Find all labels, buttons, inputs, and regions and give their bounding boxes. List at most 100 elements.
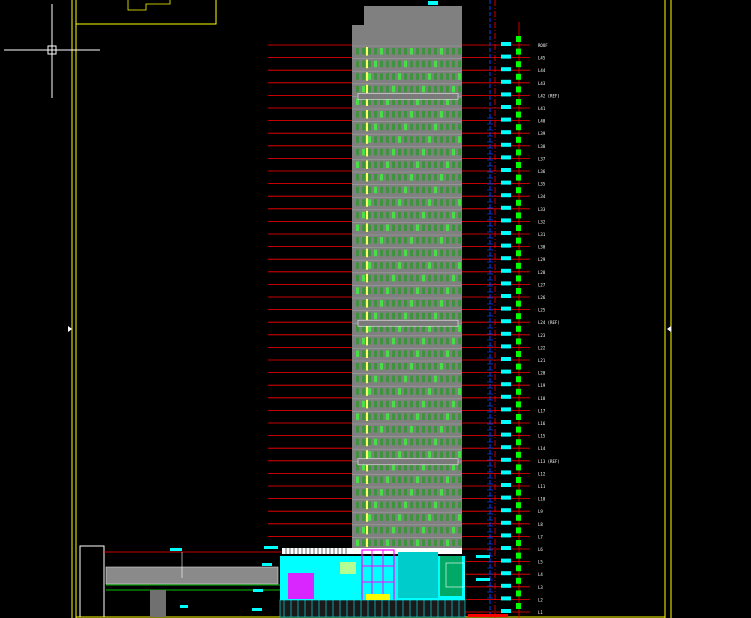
facade-panel bbox=[416, 426, 419, 433]
facade-panel bbox=[440, 451, 443, 458]
facade-panel bbox=[440, 274, 443, 282]
floor-label: L6 bbox=[538, 547, 543, 552]
level-marker bbox=[516, 73, 521, 80]
facade-panel bbox=[458, 501, 461, 509]
facade-panel bbox=[422, 262, 425, 269]
facade-panel bbox=[398, 476, 401, 483]
facade-panel bbox=[368, 451, 371, 458]
facade-panel bbox=[428, 375, 431, 383]
elevation-tag bbox=[501, 609, 511, 613]
facade-accent bbox=[366, 500, 368, 510]
facade-panel bbox=[446, 249, 449, 257]
facade-panel bbox=[428, 501, 431, 509]
facade-panel bbox=[434, 85, 437, 93]
elevation-tag bbox=[501, 571, 511, 576]
facade-panel bbox=[410, 526, 413, 534]
facade-panel bbox=[446, 413, 449, 420]
facade-panel bbox=[386, 400, 389, 408]
floor-label: L10 bbox=[538, 497, 546, 502]
facade-panel bbox=[356, 514, 359, 521]
floor-label: L31 bbox=[538, 232, 546, 237]
facade-panel bbox=[362, 123, 365, 131]
refuge-floor-band bbox=[357, 319, 459, 327]
facade-panel bbox=[380, 186, 383, 194]
tower-crown bbox=[364, 6, 462, 26]
facade-panel bbox=[398, 312, 401, 320]
facade-panel bbox=[368, 476, 371, 483]
facade-panel bbox=[362, 350, 365, 357]
facade-panel bbox=[356, 48, 359, 55]
facade-panel bbox=[392, 274, 395, 282]
facade-panel bbox=[410, 211, 413, 219]
facade-panel bbox=[452, 262, 455, 269]
facade-accent bbox=[366, 59, 368, 69]
facade-panel bbox=[440, 337, 443, 345]
facade-panel bbox=[398, 73, 401, 80]
level-marker bbox=[516, 552, 521, 559]
floor-label: L19 bbox=[538, 383, 546, 388]
level-marker bbox=[516, 351, 521, 357]
elevation-tag bbox=[501, 256, 511, 261]
facade-panel bbox=[362, 526, 365, 534]
facade-panel bbox=[398, 451, 401, 458]
facade-panel bbox=[416, 375, 419, 383]
facade-panel bbox=[428, 438, 431, 446]
level-marker bbox=[516, 376, 521, 383]
facade-panel bbox=[452, 539, 455, 546]
facade-panel bbox=[380, 539, 383, 546]
level-marker bbox=[516, 414, 521, 420]
facade-panel bbox=[416, 451, 419, 458]
facade-panel bbox=[410, 161, 413, 168]
facade-panel bbox=[452, 501, 455, 509]
facade-panel bbox=[446, 400, 449, 408]
facade-panel bbox=[362, 300, 365, 307]
facade-panel bbox=[374, 60, 377, 68]
facade-panel bbox=[446, 262, 449, 269]
elevation-tag bbox=[501, 470, 511, 475]
facade-panel bbox=[452, 312, 455, 320]
facade-panel bbox=[398, 60, 401, 68]
facade-panel bbox=[446, 489, 449, 496]
facade-panel bbox=[410, 287, 413, 294]
facade-panel bbox=[380, 60, 383, 68]
facade-panel bbox=[434, 438, 437, 446]
facade-panel bbox=[428, 237, 431, 244]
refuge-floor-band bbox=[357, 93, 459, 100]
facade-accent bbox=[366, 173, 368, 182]
facade-panel bbox=[404, 186, 407, 194]
facade-accent bbox=[366, 185, 368, 195]
facade-panel bbox=[386, 413, 389, 420]
facade-panel bbox=[416, 388, 419, 395]
facade-panel bbox=[398, 363, 401, 370]
facade-panel bbox=[452, 300, 455, 307]
elevation-tag bbox=[501, 331, 511, 336]
facade-panel bbox=[392, 148, 395, 156]
facade-panel bbox=[440, 476, 443, 483]
facade-panel bbox=[362, 337, 365, 345]
facade-panel bbox=[362, 148, 365, 156]
facade-panel bbox=[416, 199, 419, 206]
floor-label: L14 bbox=[538, 446, 546, 451]
facade-panel bbox=[452, 451, 455, 458]
facade-panel bbox=[356, 501, 359, 509]
facade-panel bbox=[440, 375, 443, 383]
facade-panel bbox=[368, 350, 371, 357]
facade-panel bbox=[434, 451, 437, 458]
level-marker bbox=[516, 338, 521, 345]
facade-panel bbox=[434, 249, 437, 257]
facade-panel bbox=[380, 161, 383, 168]
facade-panel bbox=[446, 501, 449, 509]
facade-panel bbox=[428, 400, 431, 408]
facade-panel bbox=[356, 249, 359, 257]
level-marker bbox=[516, 514, 521, 521]
level-marker bbox=[516, 86, 521, 93]
facade-panel bbox=[434, 363, 437, 370]
facade-panel bbox=[386, 375, 389, 383]
facade-panel bbox=[398, 274, 401, 282]
facade-panel bbox=[374, 85, 377, 93]
facade-panel bbox=[356, 363, 359, 370]
facade-panel bbox=[458, 249, 461, 257]
facade-panel bbox=[386, 174, 389, 181]
facade-panel bbox=[356, 60, 359, 68]
facade-panel bbox=[362, 60, 365, 68]
